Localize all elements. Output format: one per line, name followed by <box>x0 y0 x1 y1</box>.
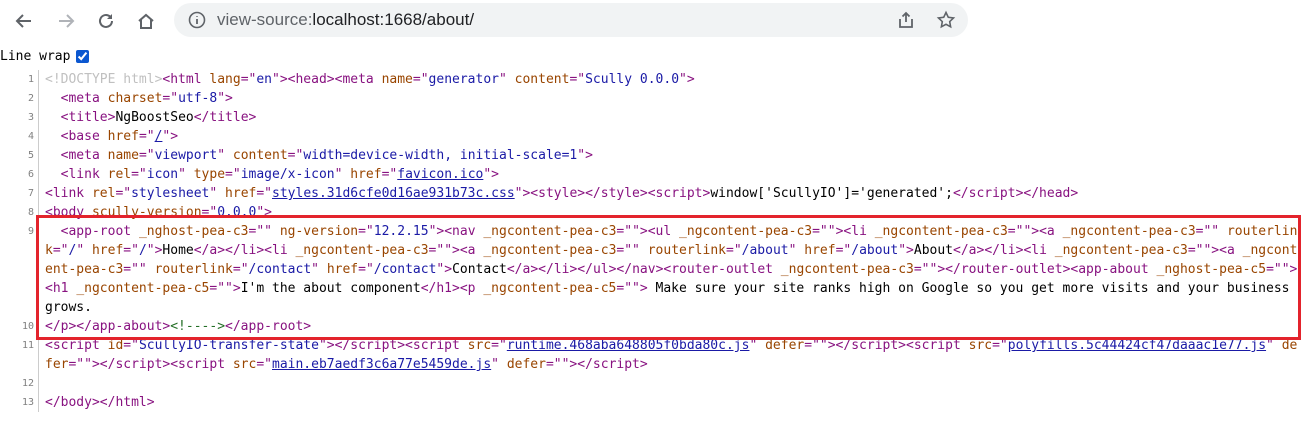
home-icon[interactable] <box>132 7 160 35</box>
source-view: 1 <!DOCTYPE html><html lang="en"><head><… <box>0 70 1304 412</box>
line-wrap-checkbox[interactable] <box>76 49 90 63</box>
reload-icon[interactable] <box>92 7 120 35</box>
line-wrap-toggle[interactable]: Line wrap <box>0 46 90 66</box>
source-line: 1 <!DOCTYPE html><html lang="en"><head><… <box>0 70 1304 89</box>
source-line: 6 <link rel="icon" type="image/x-icon" h… <box>0 165 1304 184</box>
source-line: 12 <box>0 374 1304 393</box>
source-line: 13 </body></html> <box>0 393 1304 412</box>
source-line: 2 <meta charset="utf-8"> <box>0 89 1304 108</box>
line-content: <link rel="stylesheet" href="styles.31d6… <box>38 184 1304 203</box>
line-content: <title>NgBoostSeo</title> <box>38 108 1304 127</box>
line-content: <link rel="icon" type="image/x-icon" hre… <box>38 165 1304 184</box>
info-icon[interactable] <box>188 11 206 29</box>
line-number: 11 <box>21 340 34 351</box>
star-icon[interactable] <box>936 10 956 30</box>
line-number: 2 <box>27 93 34 104</box>
address-bar[interactable]: view-source:localhost:1668/about/ <box>174 3 968 37</box>
line-content: <base href="/"> <box>38 127 1304 146</box>
line-content <box>38 374 1304 393</box>
line-number: 9 <box>27 226 34 237</box>
polyfills-script-link[interactable]: polyfills.5c44424cf47daaac1e77.js <box>1008 338 1266 353</box>
url-scheme: view-source: <box>217 10 313 29</box>
line-content: </p></app-about><!----></app-root> <box>38 317 1304 336</box>
main-script-link[interactable]: main.eb7aedf3c6a77e5459de.js <box>272 357 491 372</box>
line-number: 1 <box>27 74 34 85</box>
share-icon[interactable] <box>896 10 916 30</box>
line-content: <body scully-version="0.0.0"> <box>38 203 1304 222</box>
line-number: 12 <box>21 378 34 389</box>
browser-toolbar: view-source:localhost:1668/about/ <box>0 0 1304 42</box>
source-line: 9 <app-root _nghost-pea-c3="" ng-version… <box>0 222 1304 317</box>
line-number: 3 <box>27 112 34 123</box>
url-text[interactable]: view-source:localhost:1668/about/ <box>217 3 474 37</box>
forward-arrow-icon[interactable] <box>52 7 80 35</box>
line-number: 10 <box>21 321 34 332</box>
line-number: 4 <box>27 131 34 142</box>
back-arrow-icon[interactable] <box>10 7 38 35</box>
line-content: <meta name="viewport" content="width=dev… <box>38 146 1304 165</box>
stylesheet-link[interactable]: styles.31d6cfe0d16ae931b73c.css <box>272 186 515 201</box>
line-content: <meta charset="utf-8"> <box>38 89 1304 108</box>
source-line: 11 <script id="ScullyIO-transfer-state">… <box>0 336 1304 374</box>
source-line: 4 <base href="/"> <box>0 127 1304 146</box>
source-line: 5 <meta name="viewport" content="width=d… <box>0 146 1304 165</box>
source-line: 8 <body scully-version="0.0.0"> <box>0 203 1304 222</box>
line-wrap-label: Line wrap <box>0 48 71 64</box>
line-number: 5 <box>27 150 34 161</box>
line-number: 13 <box>21 397 34 408</box>
line-content: <app-root _nghost-pea-c3="" ng-version="… <box>38 222 1304 317</box>
source-line: 10 </p></app-about><!----></app-root> <box>0 317 1304 336</box>
line-number: 8 <box>27 207 34 218</box>
line-content: <script id="ScullyIO-transfer-state"></s… <box>38 336 1304 374</box>
line-number: 7 <box>27 188 34 199</box>
url-host: localhost:1668/about/ <box>312 10 475 29</box>
line-content: <!DOCTYPE html><html lang="en"><head><me… <box>38 70 1304 89</box>
favicon-link[interactable]: favicon.ico <box>397 167 483 182</box>
line-content: </body></html> <box>38 393 1304 412</box>
runtime-script-link[interactable]: runtime.468aba648805f0bda80c.js <box>507 338 750 353</box>
source-line: 7 <link rel="stylesheet" href="styles.31… <box>0 184 1304 203</box>
source-line: 3 <title>NgBoostSeo</title> <box>0 108 1304 127</box>
line-number: 6 <box>27 169 34 180</box>
